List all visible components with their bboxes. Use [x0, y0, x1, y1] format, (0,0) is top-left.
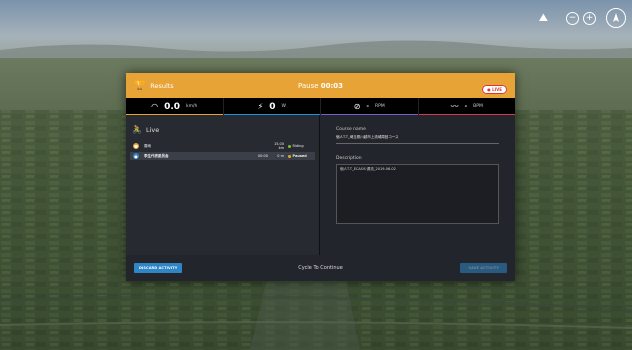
course-name-field[interactable]: 個人T.T_埼玉県川越市上流域周回コース — [336, 132, 499, 144]
save-activity-button[interactable]: SAVE ACTIVITY — [460, 263, 507, 273]
dialog-footer: DISCARD ACTIVITY Cycle To Continue SAVE … — [126, 255, 515, 281]
heartbeat-icon: 〰 — [450, 102, 459, 111]
map-controls: ⛰ − + — [539, 8, 626, 28]
description-field[interactable]: 個人T.T_ECAOS·源流_2019-06-02 — [336, 164, 499, 224]
compass-icon[interactable] — [606, 8, 626, 28]
avatar: ☻ — [133, 143, 139, 149]
riders-icon: 🚴 — [132, 125, 142, 134]
live-title: 🚴 Live — [132, 125, 160, 134]
live-panel: 🚴 Live ☻ 雲雨 15.00 km Riding ● 李生代表委员会 00… — [126, 115, 320, 255]
elevation-icon[interactable]: ⛰ — [539, 11, 548, 25]
status-badge: Riding — [284, 144, 312, 148]
lightning-icon: ⚡ — [257, 102, 264, 111]
description-label: Description — [336, 156, 362, 161]
heart-rate-metric: 〰 - BPM — [418, 98, 515, 115]
rider-row[interactable]: ● 李生代表委员会 00:00 0 m Paused — [130, 152, 315, 160]
rider-row[interactable]: ☻ 雲雨 15.00 km Riding — [130, 142, 315, 150]
results-title: Results — [150, 81, 174, 90]
course-panel: Course name 個人T.T_埼玉県川越市上流域周回コース Descrip… — [320, 115, 515, 255]
zoom-out-icon[interactable]: − — [566, 11, 579, 25]
results-header: 🏆 Results Pause 00:03 ● LIVE — [126, 73, 515, 98]
cycle-to-continue-label: Cycle To Continue — [298, 265, 343, 271]
results-dialog: 🏆 Results Pause 00:03 ● LIVE ◠ 0.0 km/h … — [126, 73, 515, 281]
speed-metric: ◠ 0.0 km/h — [126, 98, 224, 115]
live-badge: ● LIVE — [482, 85, 507, 94]
cadence-icon: ⊘ — [353, 102, 361, 111]
speedometer-icon: ◠ — [151, 102, 159, 111]
status-badge: Paused — [284, 154, 312, 158]
power-metric: ⚡ 0 W — [223, 98, 321, 115]
trophy-icon: 🏆 — [134, 80, 146, 91]
zoom-in-icon[interactable]: + — [583, 11, 596, 25]
metrics-bar: ◠ 0.0 km/h ⚡ 0 W ⊘ - RPM 〰 - BPM — [126, 98, 515, 115]
discard-activity-button[interactable]: DISCARD ACTIVITY — [134, 263, 183, 273]
avatar: ● — [133, 153, 139, 159]
pause-timer: Pause 00:03 — [297, 81, 344, 90]
cadence-metric: ⊘ - RPM — [321, 98, 419, 115]
